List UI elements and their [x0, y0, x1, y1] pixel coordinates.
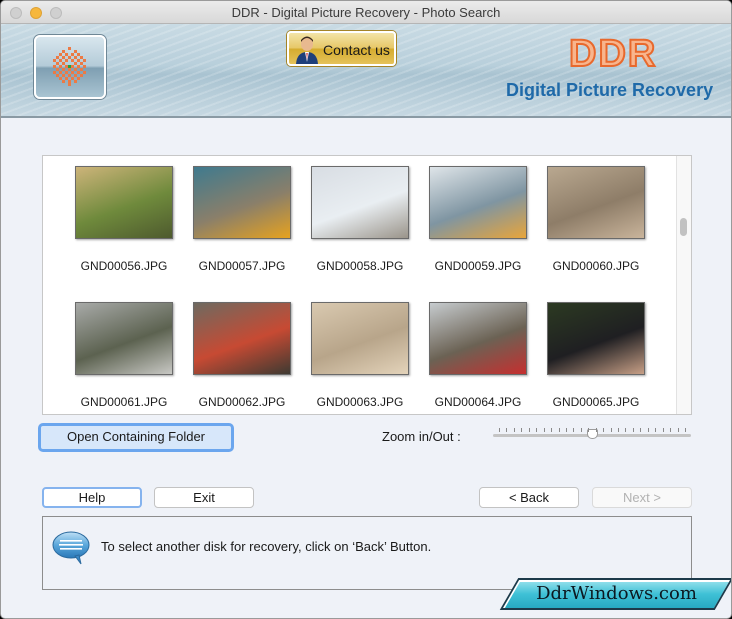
- photo-gallery: GND00056.JPG GND00057.JPG GND00058.JPG GND0…: [42, 155, 692, 415]
- photo-thumbnail[interactable]: [193, 302, 291, 375]
- ddrwindows-badge[interactable]: DdrWindows.com: [499, 578, 731, 610]
- app-logo: [34, 35, 106, 99]
- contact-us-button[interactable]: Contact us: [287, 31, 396, 66]
- photo-thumbnail[interactable]: [75, 166, 173, 239]
- zoom-slider-tick: [625, 428, 627, 432]
- gallery-scrollbar[interactable]: [676, 156, 691, 414]
- app-window: DDR - Digital Picture Recovery - Photo S…: [0, 0, 732, 619]
- photo-thumbnail[interactable]: [429, 302, 527, 375]
- photo-thumbnail[interactable]: [311, 166, 409, 239]
- zoom-slider-tick: [543, 428, 545, 432]
- badge-text: DdrWindows.com: [536, 583, 697, 604]
- minimize-window-button[interactable]: [30, 7, 42, 19]
- zoom-slider-tick: [647, 428, 649, 432]
- info-message: To select another disk for recovery, cli…: [101, 539, 432, 554]
- close-window-button[interactable]: [10, 7, 22, 19]
- photo-filename: GND00062.JPG: [198, 395, 286, 409]
- checker-logo-icon: [53, 47, 86, 86]
- help-button[interactable]: Help: [42, 487, 142, 508]
- photo-item[interactable]: GND00064.JPG: [428, 302, 528, 409]
- photo-thumbnail[interactable]: [75, 302, 173, 375]
- zoom-slider-tick: [588, 428, 590, 432]
- zoom-window-button[interactable]: [50, 7, 62, 19]
- zoom-slider-tick: [610, 428, 612, 432]
- zoom-slider-tick: [603, 428, 605, 432]
- zoom-slider-tick: [521, 428, 523, 432]
- zoom-slider-tick: [595, 428, 597, 432]
- zoom-slider-tick: [573, 428, 575, 432]
- window-title: DDR - Digital Picture Recovery - Photo S…: [231, 5, 501, 20]
- gallery-scroll-thumb[interactable]: [680, 218, 687, 236]
- ddr-brand-logo: DDR: [568, 32, 658, 76]
- photo-filename: GND00065.JPG: [552, 395, 640, 409]
- zoom-slider-tick: [655, 428, 657, 432]
- zoom-slider-tick: [536, 428, 538, 432]
- photo-thumbnail[interactable]: [193, 166, 291, 239]
- photo-item[interactable]: GND00058.JPG: [310, 166, 410, 273]
- photo-item[interactable]: GND00062.JPG: [192, 302, 292, 409]
- photo-thumbnail[interactable]: [547, 302, 645, 375]
- photo-item[interactable]: GND00065.JPG: [546, 302, 646, 409]
- photo-thumbnail[interactable]: [429, 166, 527, 239]
- open-containing-folder-button[interactable]: Open Containing Folder: [38, 423, 234, 452]
- zoom-slider-tick: [670, 428, 672, 432]
- back-button[interactable]: < Back: [479, 487, 579, 508]
- speech-bubble-icon: [52, 531, 90, 565]
- photo-filename: GND00060.JPG: [552, 259, 640, 273]
- title-bar: DDR - Digital Picture Recovery - Photo S…: [1, 1, 731, 24]
- contact-us-label: Contact us: [323, 42, 390, 58]
- zoom-slider-tick: [528, 428, 530, 432]
- zoom-slider-tick: [558, 428, 560, 432]
- zoom-slider-tick: [632, 428, 634, 432]
- photo-thumbnail[interactable]: [311, 302, 409, 375]
- photo-item[interactable]: GND00056.JPG: [74, 166, 174, 273]
- zoom-slider-tick: [551, 428, 553, 432]
- person-icon: [296, 36, 318, 64]
- photo-filename: GND00058.JPG: [316, 259, 404, 273]
- zoom-slider-tick: [506, 428, 508, 432]
- photo-filename: GND00063.JPG: [316, 395, 404, 409]
- photo-item[interactable]: GND00063.JPG: [310, 302, 410, 409]
- photo-item[interactable]: GND00061.JPG: [74, 302, 174, 409]
- zoom-slider-tick: [677, 428, 679, 432]
- zoom-slider-tick: [499, 428, 500, 432]
- photo-item[interactable]: GND00059.JPG: [428, 166, 528, 273]
- next-button: Next >: [592, 487, 692, 508]
- header-banner: Contact us DDR Digital Picture Recovery: [1, 24, 731, 118]
- photo-item[interactable]: GND00057.JPG: [192, 166, 292, 273]
- zoom-slider-tick: [618, 428, 620, 432]
- photo-filename: GND00059.JPG: [434, 259, 522, 273]
- photo-filename: GND00064.JPG: [434, 395, 522, 409]
- zoom-slider-tick: [640, 428, 642, 432]
- exit-button[interactable]: Exit: [154, 487, 254, 508]
- zoom-slider-tick: [662, 428, 664, 432]
- zoom-slider-tick: [580, 428, 582, 432]
- product-name: Digital Picture Recovery: [506, 80, 714, 100]
- zoom-slider-tick: [513, 428, 515, 432]
- zoom-slider-tick: [685, 428, 686, 432]
- photo-filename: GND00056.JPG: [80, 259, 168, 273]
- zoom-slider[interactable]: [493, 426, 691, 446]
- photo-filename: GND00061.JPG: [80, 395, 168, 409]
- photo-thumbnail[interactable]: [547, 166, 645, 239]
- zoom-slider-tick: [565, 428, 567, 432]
- photo-item[interactable]: GND00060.JPG: [546, 166, 646, 273]
- photo-filename: GND00057.JPG: [198, 259, 286, 273]
- zoom-label: Zoom in/Out :: [382, 429, 461, 444]
